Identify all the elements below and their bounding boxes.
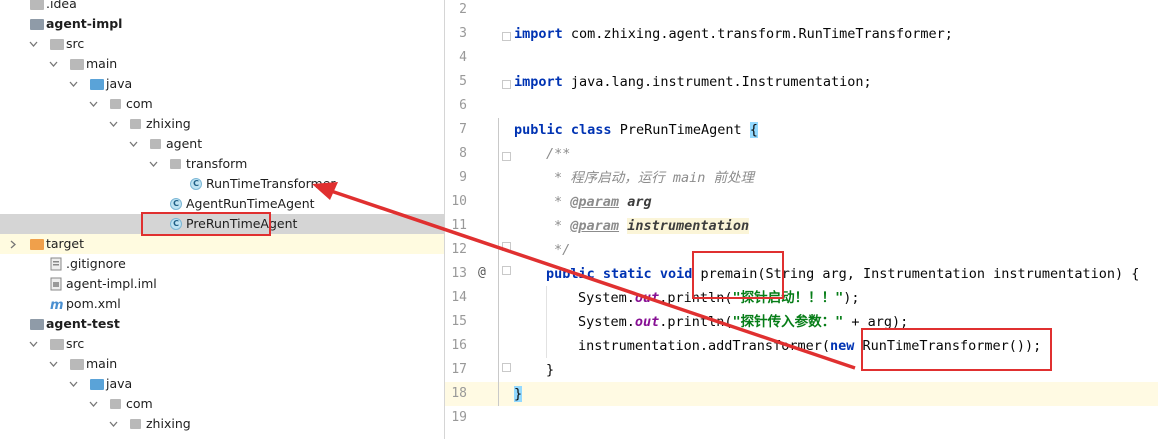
annotation-arrow-line [327,188,856,370]
annotation-arrow [312,182,856,370]
